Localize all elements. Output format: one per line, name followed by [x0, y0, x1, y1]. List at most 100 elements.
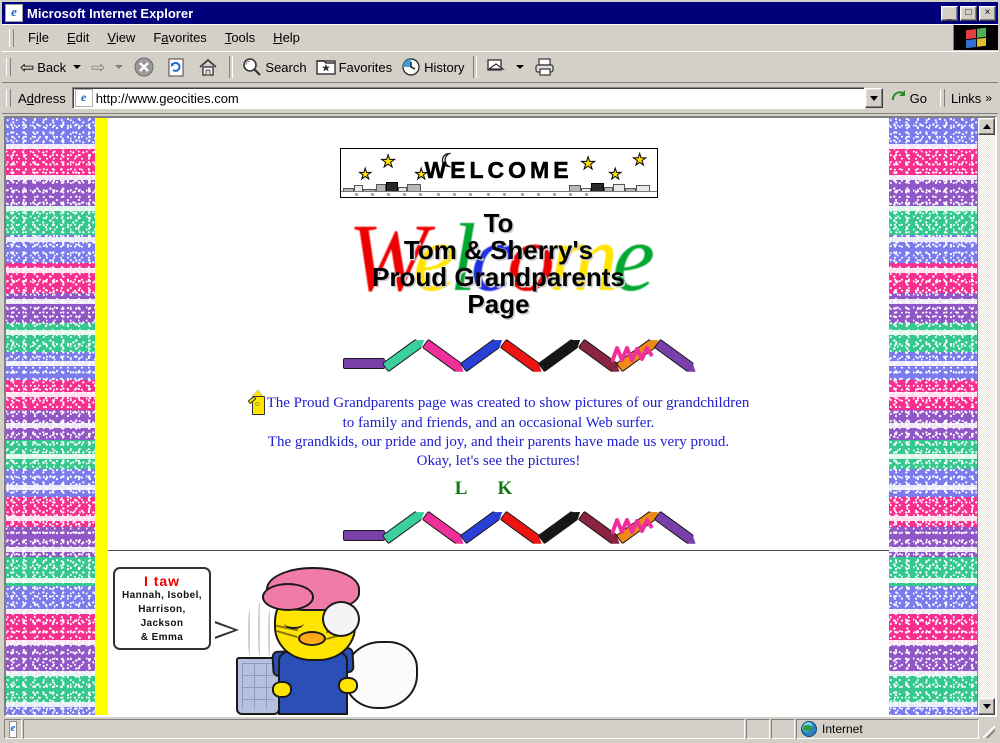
paragraph-line-2: to family and friends, and an occasional… [342, 415, 655, 431]
links-button[interactable]: Links » [935, 89, 996, 107]
mail-dropdown-icon[interactable] [515, 65, 524, 69]
home-icon [197, 56, 219, 78]
search-icon [241, 56, 263, 78]
crayon-5 [537, 338, 578, 373]
toolbar-separator [229, 56, 234, 78]
go-arrow-icon [890, 87, 908, 109]
illustration-row: I taw Hannah, Isobel, Harrison, Jackson … [108, 565, 889, 715]
status-message [23, 719, 745, 739]
go-button[interactable]: Go [884, 87, 935, 109]
browser-viewport: ★ ★ ★ ☾ ★ ★ ★ WELCOME Welcome To Tom & S… [4, 116, 997, 717]
crayon-1 [381, 510, 422, 545]
initial-link-l[interactable]: L [455, 478, 498, 499]
status-bar: e Internet [2, 717, 998, 741]
print-button[interactable] [530, 54, 562, 80]
crayon-3 [459, 510, 500, 545]
crayon-character-icon: ☺ [247, 390, 266, 415]
yellow-accent-band [95, 118, 108, 715]
status-doc-icon: e [4, 719, 22, 739]
menu-help[interactable]: Help [264, 27, 309, 48]
menu-file[interactable]: File [19, 27, 58, 48]
toolbar-grip[interactable] [6, 58, 11, 76]
web-page: ★ ★ ★ ☾ ★ ★ ★ WELCOME Welcome To Tom & S… [6, 118, 977, 715]
maximize-button[interactable]: □ [960, 5, 977, 21]
favorites-star-folder-icon [315, 56, 337, 78]
stop-icon [133, 56, 155, 78]
page-heading: Welcome To Tom & Sherry's Proud Grandpar… [108, 204, 889, 328]
address-input[interactable]: e http://www.geocities.com [71, 87, 865, 109]
security-zone[interactable]: Internet [796, 719, 979, 739]
scroll-up-button[interactable] [978, 118, 995, 135]
refresh-button[interactable] [161, 54, 193, 80]
vertical-scrollbar[interactable] [977, 118, 995, 715]
address-url-text[interactable]: http://www.geocities.com [96, 91, 864, 106]
mail-button[interactable] [481, 54, 513, 80]
page-content: ★ ★ ★ ☾ ★ ★ ★ WELCOME Welcome To Tom & S… [108, 118, 889, 715]
resize-grip[interactable] [980, 719, 996, 739]
right-border-graphic [889, 118, 977, 715]
minimize-button[interactable]: _ [941, 5, 958, 21]
menu-tools[interactable]: Tools [216, 27, 264, 48]
browser-window: e Microsoft Internet Explorer _ □ × File… [0, 0, 1000, 743]
menu-grip[interactable] [9, 28, 14, 47]
back-label: Back [37, 59, 67, 75]
crayon-8 [653, 510, 694, 545]
menu-edit[interactable]: Edit [58, 27, 98, 48]
history-icon [400, 56, 422, 78]
crayon-8 [653, 338, 694, 373]
paragraph-line-1: The Proud Grandparents page was created … [266, 395, 750, 411]
favorites-button[interactable]: Favorites [311, 54, 396, 80]
back-button[interactable]: ⇦ Back [16, 54, 70, 80]
forward-button[interactable]: ⇨ [87, 54, 112, 80]
heading-line-1: To [483, 208, 514, 238]
ice-pack-icon [322, 601, 360, 637]
crayon-0 [342, 530, 391, 541]
mail-icon [485, 56, 507, 78]
forward-dropdown-icon[interactable] [115, 65, 124, 69]
history-button[interactable]: History [396, 54, 468, 80]
crayon-0 [342, 358, 391, 369]
crayon-squiggle [609, 516, 655, 536]
crayon-5 [537, 510, 578, 545]
initial-link-k[interactable]: K [497, 478, 542, 499]
home-button[interactable] [193, 54, 225, 80]
page-icon: e [74, 89, 93, 107]
links-label: Links [950, 90, 982, 106]
favorites-label: Favorites [338, 59, 393, 75]
links-chevron-icon: » [985, 91, 992, 105]
tissue-icon [344, 641, 418, 709]
scroll-down-button[interactable] [978, 698, 995, 715]
menu-favorites[interactable]: Favorites [144, 27, 215, 48]
crayon-1 [381, 338, 422, 373]
title-bar: e Microsoft Internet Explorer _ □ × [2, 2, 998, 24]
ie-logo-icon: e [5, 4, 23, 22]
paragraph-line-1-row: ☺ The Proud Grandparents page was create… [108, 390, 889, 415]
history-label: History [424, 59, 465, 75]
menu-view[interactable]: View [98, 27, 144, 48]
address-grip[interactable] [6, 89, 11, 107]
crayon-2 [421, 338, 462, 373]
toolbar: ⇦ Back ⇨ Search Favorites History [2, 51, 998, 83]
search-button[interactable]: Search [237, 54, 310, 80]
go-label: Go [909, 90, 927, 106]
crayon-squiggle [609, 344, 655, 364]
heading-lines: To Tom & Sherry's Proud Grandparents Pag… [108, 210, 889, 318]
back-dropdown-icon[interactable] [73, 65, 82, 69]
bubble-exclaim: I taw [143, 573, 181, 589]
arrow-left-icon: ⇦ [20, 57, 35, 77]
window-controls: _ □ × [941, 5, 996, 21]
heading-line-4: Page [467, 289, 530, 319]
bubble-name-4: & Emma [140, 632, 184, 643]
status-slot-1 [746, 719, 770, 739]
globe-icon [801, 721, 817, 737]
address-label: Address [18, 90, 66, 106]
stop-button[interactable] [129, 54, 161, 80]
close-button[interactable]: × [979, 5, 996, 21]
speech-bubble: I taw Hannah, Isobel, Harrison, Jackson … [113, 567, 239, 650]
scrollbar-track[interactable] [978, 135, 995, 698]
crayon-2 [421, 510, 462, 545]
address-dropdown-button[interactable] [864, 88, 883, 108]
search-label: Search [265, 59, 307, 75]
windows-logo-icon [953, 24, 998, 50]
address-bar: Address e http://www.geocities.com Go Li… [2, 83, 998, 114]
